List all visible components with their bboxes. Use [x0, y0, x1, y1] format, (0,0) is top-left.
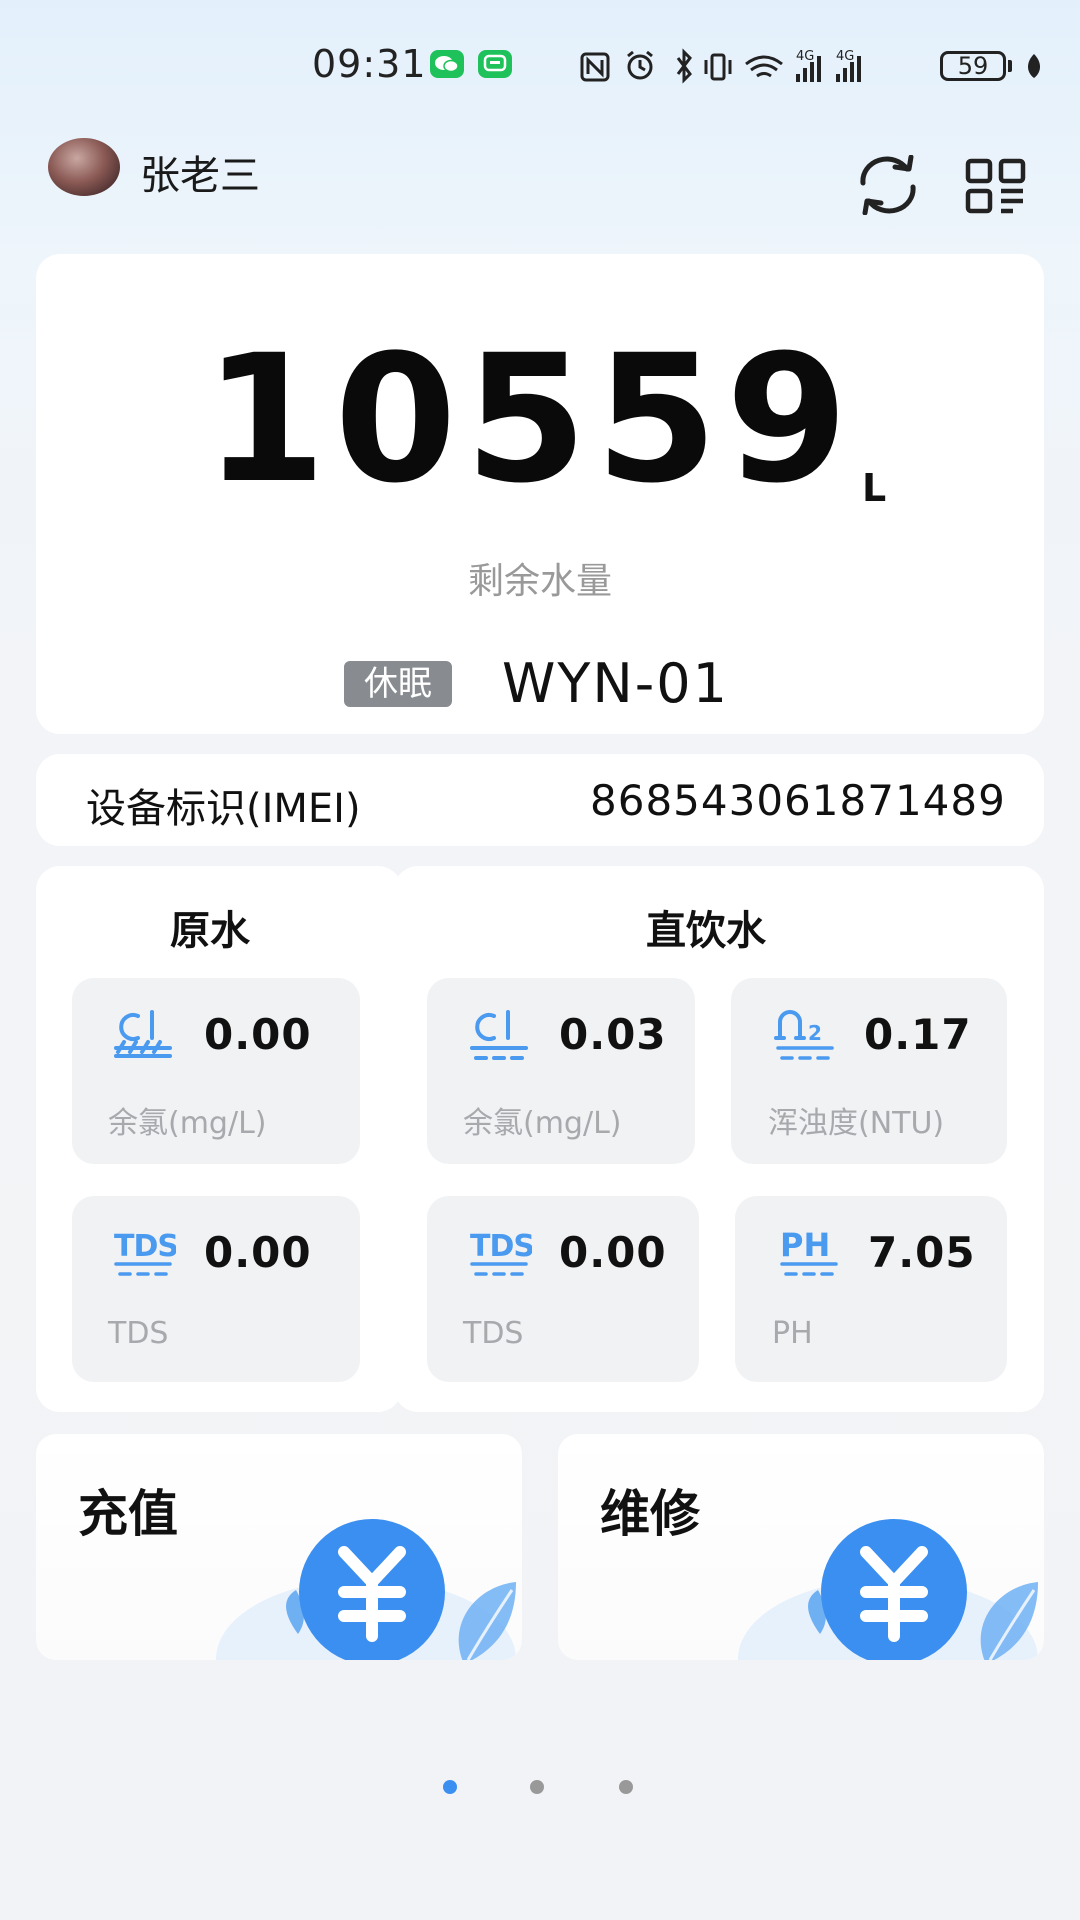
recharge-label: 充值: [78, 1485, 178, 1543]
repair-label: 维修: [600, 1485, 700, 1543]
svg-text:4G: 4G: [796, 49, 814, 64]
svg-text:2: 2: [808, 1021, 822, 1045]
direct-chlorine-label: 余氯(mg/L): [463, 1106, 622, 1141]
wechat-icon: [430, 50, 464, 78]
battery-tip: [1008, 60, 1012, 72]
svg-text:4G: 4G: [836, 49, 854, 64]
tds-icon: TDS: [114, 1229, 176, 1276]
direct-tds-tile[interactable]: [427, 1196, 699, 1382]
svg-text:PH: PH: [780, 1226, 830, 1264]
leaf-icon: [1028, 54, 1040, 78]
direct-turbidity-value: 0.17: [864, 1010, 972, 1059]
raw-chlorine-label: 余氯(mg/L): [108, 1106, 267, 1141]
status-badge: 休眠: [344, 661, 452, 707]
chlorine-icon: [114, 1010, 172, 1058]
direct-turbidity-label: 浑浊度(NTU): [768, 1106, 945, 1141]
raw-chlorine-value: 0.00: [204, 1010, 312, 1059]
direct-tds-label: TDS: [463, 1316, 524, 1351]
page-indicator-3[interactable]: [619, 1780, 633, 1794]
repair-card[interactable]: 维修: [558, 1434, 1044, 1660]
svg-text:TDS: TDS: [114, 1229, 176, 1264]
device-name: WYN-01: [502, 652, 729, 715]
refresh-icon[interactable]: [855, 155, 921, 215]
message-icon: [478, 50, 512, 78]
status-time: 09:31: [312, 42, 427, 86]
yuan-icon: [216, 1519, 516, 1660]
avatar[interactable]: [48, 138, 120, 196]
direct-chlorine-value: 0.03: [559, 1010, 667, 1059]
raw-tds-value: 0.00: [204, 1228, 312, 1277]
tds-icon: TDS: [470, 1229, 532, 1276]
status-icons: 4G 4G: [580, 48, 861, 84]
remaining-water-caption: 剩余水量: [467, 561, 612, 602]
qr-scan-icon[interactable]: [965, 158, 1029, 214]
raw-tds-tile[interactable]: [72, 1196, 360, 1382]
turbidity-icon: 2: [774, 1010, 834, 1060]
direct-ph-value: 7.05: [868, 1228, 976, 1277]
imei-value: 868543061871489: [590, 776, 1006, 825]
imei-label: 设备标识(IMEI): [86, 786, 361, 832]
direct-tds-value: 0.00: [559, 1228, 667, 1277]
ph-icon: PH: [780, 1226, 838, 1276]
raw-water-title: 原水: [170, 908, 250, 954]
raw-tds-label: TDS: [108, 1316, 169, 1351]
remaining-water-unit: L: [862, 466, 887, 510]
svg-text:TDS: TDS: [470, 1229, 532, 1264]
yuan-icon: [738, 1519, 1038, 1660]
recharge-card[interactable]: 充值: [36, 1434, 522, 1660]
direct-water-title: 直饮水: [646, 908, 766, 954]
page-indicator-2[interactable]: [530, 1780, 544, 1794]
direct-ph-tile[interactable]: [735, 1196, 1007, 1382]
chlorine-icon: [470, 1010, 528, 1060]
username: 张老三: [140, 153, 260, 199]
page-indicator-1[interactable]: [443, 1780, 457, 1794]
battery-indicator: 59: [940, 51, 1006, 81]
remaining-water-value: 10559: [203, 317, 857, 522]
direct-ph-label: PH: [772, 1316, 813, 1351]
